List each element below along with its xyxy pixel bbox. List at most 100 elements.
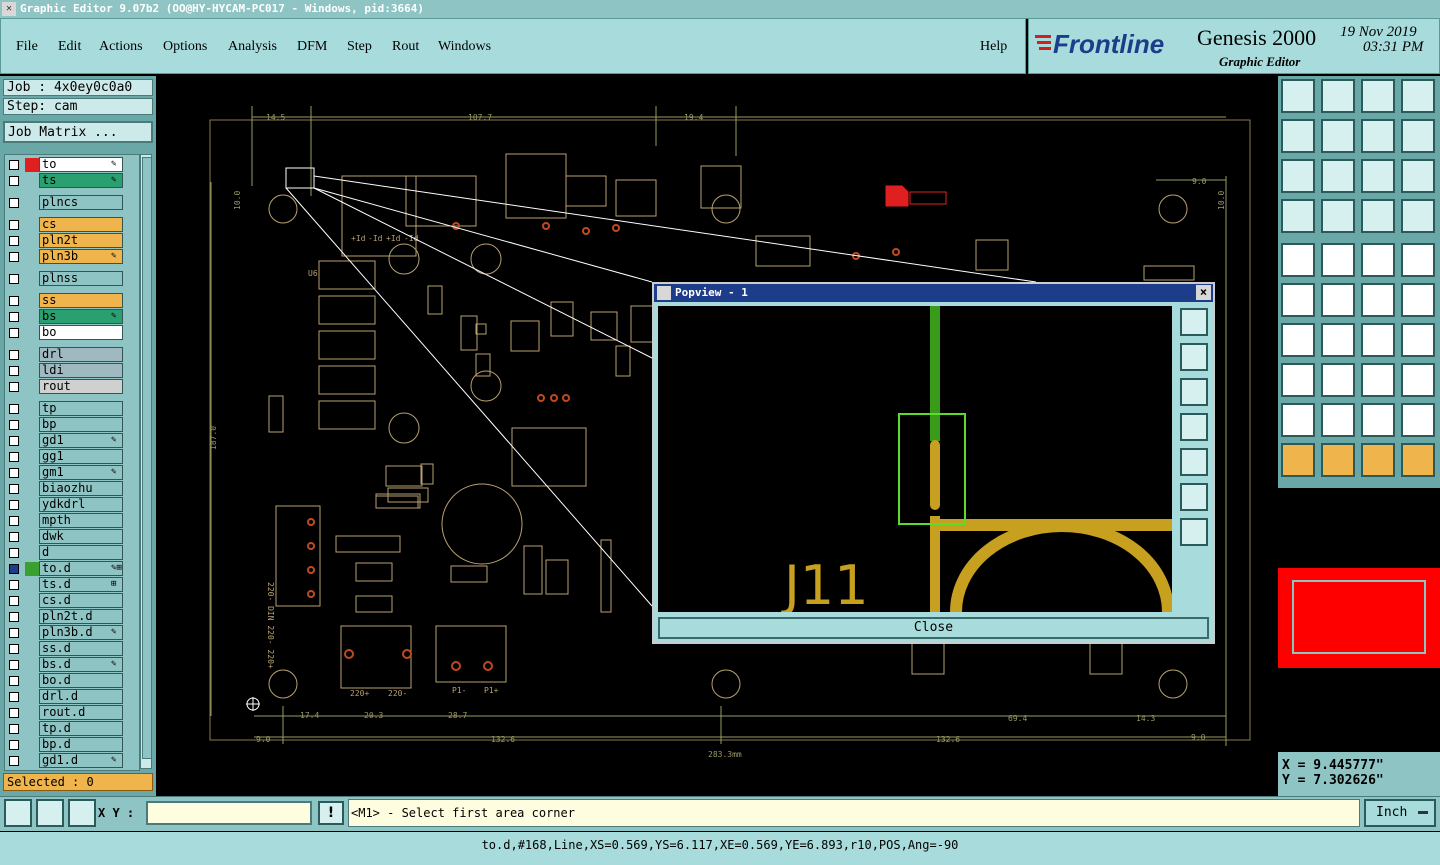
layer-list-scrollbar[interactable] (140, 154, 152, 769)
layer-row[interactable]: biaozhu (5, 481, 139, 497)
alert-button[interactable]: ! (318, 801, 344, 825)
layer-checkbox[interactable] (9, 740, 19, 750)
layer-row[interactable]: bo (5, 325, 139, 341)
popview-pan-down-button[interactable] (1180, 378, 1208, 406)
scrollbar-thumb[interactable] (142, 157, 152, 759)
layer-row[interactable]: ldi (5, 363, 139, 379)
units-select[interactable]: Inch (1364, 799, 1436, 827)
grid-view-icon[interactable] (1321, 199, 1355, 233)
menu-rout[interactable]: Rout (392, 39, 419, 55)
layer-name[interactable]: mpth (39, 513, 123, 528)
flip-icon[interactable] (1401, 323, 1435, 357)
pointer-icon[interactable] (1281, 443, 1315, 477)
help-icon[interactable] (1401, 159, 1435, 193)
layer-row[interactable]: bo.d (5, 673, 139, 689)
popview-canvas[interactable]: J11 (658, 306, 1172, 612)
layer-name[interactable]: bo.d (39, 673, 123, 688)
layer-checkbox[interactable] (9, 692, 19, 702)
job-matrix-button[interactable]: Job Matrix ... (3, 121, 153, 143)
layer-row[interactable]: plnss (5, 271, 139, 287)
arc-icon[interactable] (1361, 323, 1395, 357)
line-icon[interactable] (1321, 323, 1355, 357)
layer-checkbox[interactable] (9, 548, 19, 558)
pointer-box-icon[interactable] (1321, 443, 1355, 477)
layer-checkbox[interactable] (9, 366, 19, 376)
layer-row[interactable]: bp (5, 417, 139, 433)
layer-name[interactable]: pln2t.d (39, 609, 123, 624)
move-feature-icon[interactable] (1361, 283, 1395, 317)
layer-checkbox[interactable] (9, 220, 19, 230)
snap-off-icon[interactable] (1401, 199, 1435, 233)
layer-checkbox[interactable] (9, 724, 19, 734)
menu-help[interactable]: Help (980, 39, 1007, 55)
popview-zoom-out-button[interactable] (1180, 518, 1208, 546)
layer-row[interactable]: cs (5, 217, 139, 233)
copy-icon[interactable] (1281, 363, 1315, 397)
layer-row[interactable]: pln2t (5, 233, 139, 249)
layer-name[interactable]: ss.d (39, 641, 123, 656)
layer-row[interactable]: pln3b.d ✎ (5, 625, 139, 641)
mini-map-view-box[interactable] (1292, 580, 1426, 654)
layer-name[interactable]: drl.d (39, 689, 123, 704)
layer-checkbox[interactable] (9, 484, 19, 494)
rotate-icon[interactable] (1401, 283, 1435, 317)
popview-close-button[interactable]: Close (658, 617, 1209, 639)
layer-name[interactable]: rout.d (39, 705, 123, 720)
layer-checkbox[interactable] (9, 676, 19, 686)
layer-row[interactable]: dwk (5, 529, 139, 545)
pad-icon[interactable] (1401, 243, 1435, 277)
layer-row[interactable]: bs ✎ (5, 309, 139, 325)
layer-checkbox[interactable] (9, 708, 19, 718)
layer-checkbox[interactable] (9, 382, 19, 392)
layer-name[interactable]: bp.d (39, 737, 123, 752)
select-feature-icon[interactable] (1281, 243, 1315, 277)
menu-edit[interactable]: Edit (58, 39, 81, 55)
zoom-area-icon[interactable] (4, 799, 32, 827)
popview-pan-up-button[interactable] (1180, 343, 1208, 371)
layer-row[interactable]: tp (5, 401, 139, 417)
layer-row[interactable]: drl (5, 347, 139, 363)
contour-icon[interactable] (1401, 363, 1435, 397)
layer-row[interactable]: to.d ✎⊞ (5, 561, 139, 577)
layer-row[interactable]: ts ✎ (5, 173, 139, 189)
pointer-connect-icon[interactable] (1401, 443, 1435, 477)
layer-name[interactable]: ydkdrl (39, 497, 123, 512)
layer-row[interactable]: drl.d (5, 689, 139, 705)
home-icon[interactable] (1361, 79, 1395, 113)
layer-checkbox[interactable] (9, 296, 19, 306)
layer-name[interactable]: d (39, 545, 123, 560)
layer-checkbox[interactable] (9, 274, 19, 284)
layer-checkbox[interactable] (9, 612, 19, 622)
layer-checkbox[interactable] (9, 404, 19, 414)
layer-checkbox[interactable] (9, 532, 19, 542)
popview-zoom-fit-button[interactable] (1180, 308, 1208, 336)
layer-name[interactable]: bp (39, 417, 123, 432)
layer-checkbox[interactable] (9, 236, 19, 246)
menu-options[interactable]: Options (163, 39, 207, 55)
layer-name[interactable]: ss (39, 293, 123, 308)
pointer-edge-icon[interactable] (1361, 443, 1395, 477)
xy-input[interactable] (146, 801, 312, 825)
layer-row[interactable]: cs.d (5, 593, 139, 609)
layer-name[interactable]: cs.d (39, 593, 123, 608)
layer-name[interactable]: ldi (39, 363, 123, 378)
polygon-edit-icon[interactable] (1361, 403, 1395, 437)
layer-name[interactable]: bo (39, 325, 123, 340)
angle-icon[interactable] (1281, 323, 1315, 357)
layer-row[interactable]: ydkdrl (5, 497, 139, 513)
move-right-icon[interactable] (1321, 119, 1355, 153)
polygon-icon[interactable] (1281, 403, 1315, 437)
scale-icon[interactable] (1361, 159, 1395, 193)
menu-file[interactable]: File (16, 39, 38, 55)
menu-step[interactable]: Step (347, 39, 372, 55)
layer-checkbox[interactable] (9, 468, 19, 478)
layer-name[interactable]: biaozhu (39, 481, 123, 496)
mini-map[interactable] (1278, 568, 1440, 668)
layer-checkbox[interactable] (9, 564, 19, 574)
layer-row[interactable]: mpth (5, 513, 139, 529)
popview-pan-right-button[interactable] (1180, 448, 1208, 476)
delete-icon[interactable] (1321, 283, 1355, 317)
undo-icon[interactable] (1361, 119, 1395, 153)
layer-row[interactable]: pln2t.d (5, 609, 139, 625)
layer-row[interactable]: rout (5, 379, 139, 395)
